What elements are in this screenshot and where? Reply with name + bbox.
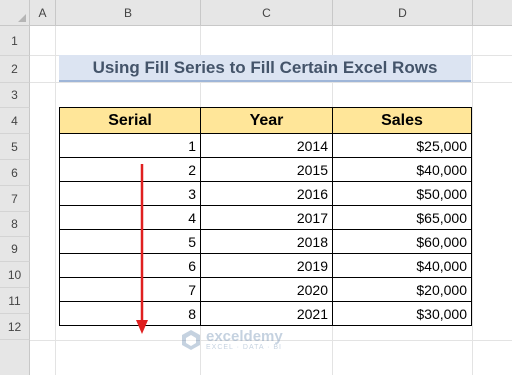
- table-header-row: Serial Year Sales: [59, 107, 472, 134]
- gridline: [472, 26, 473, 375]
- table-row: 3 2016 $50,000: [59, 181, 472, 206]
- row-header-13[interactable]: [0, 340, 30, 375]
- cell-sales[interactable]: $65,000: [332, 205, 472, 230]
- cell-serial[interactable]: 7: [59, 277, 201, 302]
- row-header-5[interactable]: 5: [0, 134, 30, 160]
- watermark-text: exceldemy EXCEL · DATA · BI: [206, 329, 283, 351]
- cell-serial[interactable]: 8: [59, 301, 201, 326]
- column-header-e[interactable]: [473, 0, 512, 26]
- cell-year[interactable]: 2015: [200, 157, 333, 182]
- cell-serial[interactable]: 3: [59, 181, 201, 206]
- cell-sales[interactable]: $30,000: [332, 301, 472, 326]
- cell-year[interactable]: 2019: [200, 253, 333, 278]
- exceldemy-watermark: exceldemy EXCEL · DATA · BI: [180, 329, 283, 351]
- table-row: 8 2021 $30,000: [59, 301, 472, 326]
- cell-sales[interactable]: $25,000: [332, 133, 472, 158]
- cell-serial[interactable]: 5: [59, 229, 201, 254]
- cell-sales[interactable]: $60,000: [332, 229, 472, 254]
- table-row: 4 2017 $65,000: [59, 205, 472, 230]
- header-sales[interactable]: Sales: [332, 107, 472, 134]
- row-header-8[interactable]: 8: [0, 212, 30, 237]
- cell-year[interactable]: 2014: [200, 133, 333, 158]
- table-row: 6 2019 $40,000: [59, 253, 472, 278]
- column-header-a[interactable]: A: [30, 0, 56, 26]
- row-header-3[interactable]: 3: [0, 83, 30, 108]
- cell-year[interactable]: 2017: [200, 205, 333, 230]
- row-header-6[interactable]: 6: [0, 160, 30, 186]
- cell-year[interactable]: 2021: [200, 301, 333, 326]
- column-header-c[interactable]: C: [201, 0, 333, 26]
- gridline: [30, 82, 512, 83]
- cell-sales[interactable]: $40,000: [332, 253, 472, 278]
- header-year[interactable]: Year: [200, 107, 333, 134]
- row-header-9[interactable]: 9: [0, 237, 30, 262]
- exceldemy-logo-icon: [182, 330, 200, 350]
- table-row: 7 2020 $20,000: [59, 277, 472, 302]
- watermark-name: exceldemy: [206, 328, 283, 345]
- cell-serial[interactable]: 4: [59, 205, 201, 230]
- select-all-corner[interactable]: [0, 0, 30, 26]
- row-header-4[interactable]: 4: [0, 108, 30, 134]
- row-header-1[interactable]: 1: [0, 26, 30, 56]
- column-header-b[interactable]: B: [56, 0, 201, 26]
- cell-year[interactable]: 2016: [200, 181, 333, 206]
- table-row: 5 2018 $60,000: [59, 229, 472, 254]
- cell-sales[interactable]: $20,000: [332, 277, 472, 302]
- row-header-7[interactable]: 7: [0, 186, 30, 212]
- row-header-2[interactable]: 2: [0, 56, 30, 83]
- cell-sales[interactable]: $50,000: [332, 181, 472, 206]
- watermark-tagline: EXCEL · DATA · BI: [206, 344, 282, 351]
- fill-down-arrow-icon: [136, 164, 148, 334]
- row-header-11[interactable]: 11: [0, 288, 30, 314]
- table-row: 1 2014 $25,000: [59, 133, 472, 158]
- header-serial[interactable]: Serial: [59, 107, 201, 134]
- table-row: 2 2015 $40,000: [59, 157, 472, 182]
- sales-table: Serial Year Sales 1 2014 $25,000 2 2015 …: [59, 107, 472, 326]
- select-all-icon: [18, 14, 26, 22]
- sheet-title[interactable]: Using Fill Series to Fill Certain Excel …: [59, 55, 471, 82]
- row-header-10[interactable]: 10: [0, 262, 30, 288]
- cell-serial[interactable]: 1: [59, 133, 201, 158]
- cell-sales[interactable]: $40,000: [332, 157, 472, 182]
- cell-serial[interactable]: 2: [59, 157, 201, 182]
- cell-serial[interactable]: 6: [59, 253, 201, 278]
- row-header-12[interactable]: 12: [0, 314, 30, 340]
- cell-year[interactable]: 2018: [200, 229, 333, 254]
- cell-year[interactable]: 2020: [200, 277, 333, 302]
- column-header-d[interactable]: D: [333, 0, 473, 26]
- gridline: [55, 26, 56, 375]
